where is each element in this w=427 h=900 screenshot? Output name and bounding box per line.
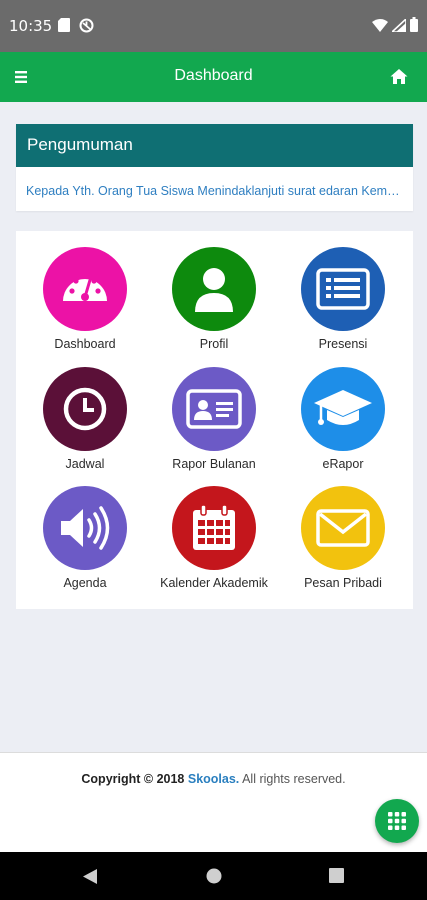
back-icon[interactable] bbox=[82, 868, 98, 885]
home-icon[interactable] bbox=[390, 68, 408, 85]
graduation-cap-icon bbox=[301, 367, 385, 451]
menu-item-label: Presensi bbox=[318, 337, 368, 351]
menu-item-jadwal[interactable]: Jadwal bbox=[20, 367, 150, 471]
home-nav-icon[interactable] bbox=[206, 868, 222, 884]
menu-item-rapor-bulanan[interactable]: Rapor Bulanan bbox=[149, 367, 279, 471]
id-card-icon bbox=[172, 367, 256, 451]
menu-item-kalender-akademik[interactable]: Kalender Akademik bbox=[149, 486, 279, 590]
data-saver-icon bbox=[79, 18, 94, 33]
menu-grid: Dashboard Profil Presensi Jadwal Rapor B… bbox=[16, 231, 413, 609]
announcement-card: Pengumuman Kepada Yth. Orang Tua Siswa M… bbox=[16, 124, 413, 211]
list-icon bbox=[301, 247, 385, 331]
menu-item-label: Profil bbox=[199, 337, 229, 351]
page-title: Dashboard bbox=[174, 67, 253, 84]
grid-icon bbox=[388, 812, 406, 830]
battery-icon bbox=[410, 17, 418, 32]
volume-icon bbox=[43, 486, 127, 570]
status-bar: 10:35 bbox=[0, 0, 427, 52]
menu-item-label: eRapor bbox=[322, 457, 364, 471]
signal-icon bbox=[392, 19, 406, 32]
envelope-icon bbox=[301, 486, 385, 570]
wifi-icon bbox=[372, 19, 388, 32]
menu-item-label: Agenda bbox=[63, 576, 107, 590]
rights-text: All rights reserved. bbox=[242, 772, 346, 786]
menu-item-label: Pesan Pribadi bbox=[304, 576, 382, 590]
apps-fab-button[interactable] bbox=[375, 799, 419, 843]
menu-item-presensi[interactable]: Presensi bbox=[278, 247, 408, 351]
status-time: 10:35 bbox=[9, 17, 53, 35]
system-nav-bar bbox=[0, 852, 427, 900]
menu-item-profil[interactable]: Profil bbox=[149, 247, 279, 351]
app-bar: Dashboard bbox=[0, 52, 427, 102]
announcement-link[interactable]: Kepada Yth. Orang Tua Siswa Menindaklanj… bbox=[26, 184, 406, 198]
calendar-icon bbox=[172, 486, 256, 570]
menu-item-label: Jadwal bbox=[65, 457, 105, 471]
user-icon bbox=[172, 247, 256, 331]
brand-link[interactable]: Skoolas. bbox=[188, 772, 239, 786]
copyright-label: Copyright © 2018 bbox=[81, 772, 185, 786]
menu-item-label: Rapor Bulanan bbox=[172, 457, 256, 471]
copyright-text: Copyright © 2018 Skoolas. All rights res… bbox=[0, 772, 427, 786]
speedometer-icon bbox=[43, 247, 127, 331]
clock-icon bbox=[43, 367, 127, 451]
menu-item-pesan-pribadi[interactable]: Pesan Pribadi bbox=[278, 486, 408, 590]
menu-item-erapor[interactable]: eRapor bbox=[278, 367, 408, 471]
sd-card-icon bbox=[58, 18, 70, 32]
recents-icon[interactable] bbox=[329, 868, 344, 883]
menu-item-label: Dashboard bbox=[54, 337, 116, 351]
announcement-title: Pengumuman bbox=[16, 124, 413, 167]
footer: Copyright © 2018 Skoolas. All rights res… bbox=[0, 752, 427, 852]
menu-item-dashboard[interactable]: Dashboard bbox=[20, 247, 150, 351]
menu-item-label: Kalender Akademik bbox=[160, 576, 268, 590]
menu-item-agenda[interactable]: Agenda bbox=[20, 486, 150, 590]
